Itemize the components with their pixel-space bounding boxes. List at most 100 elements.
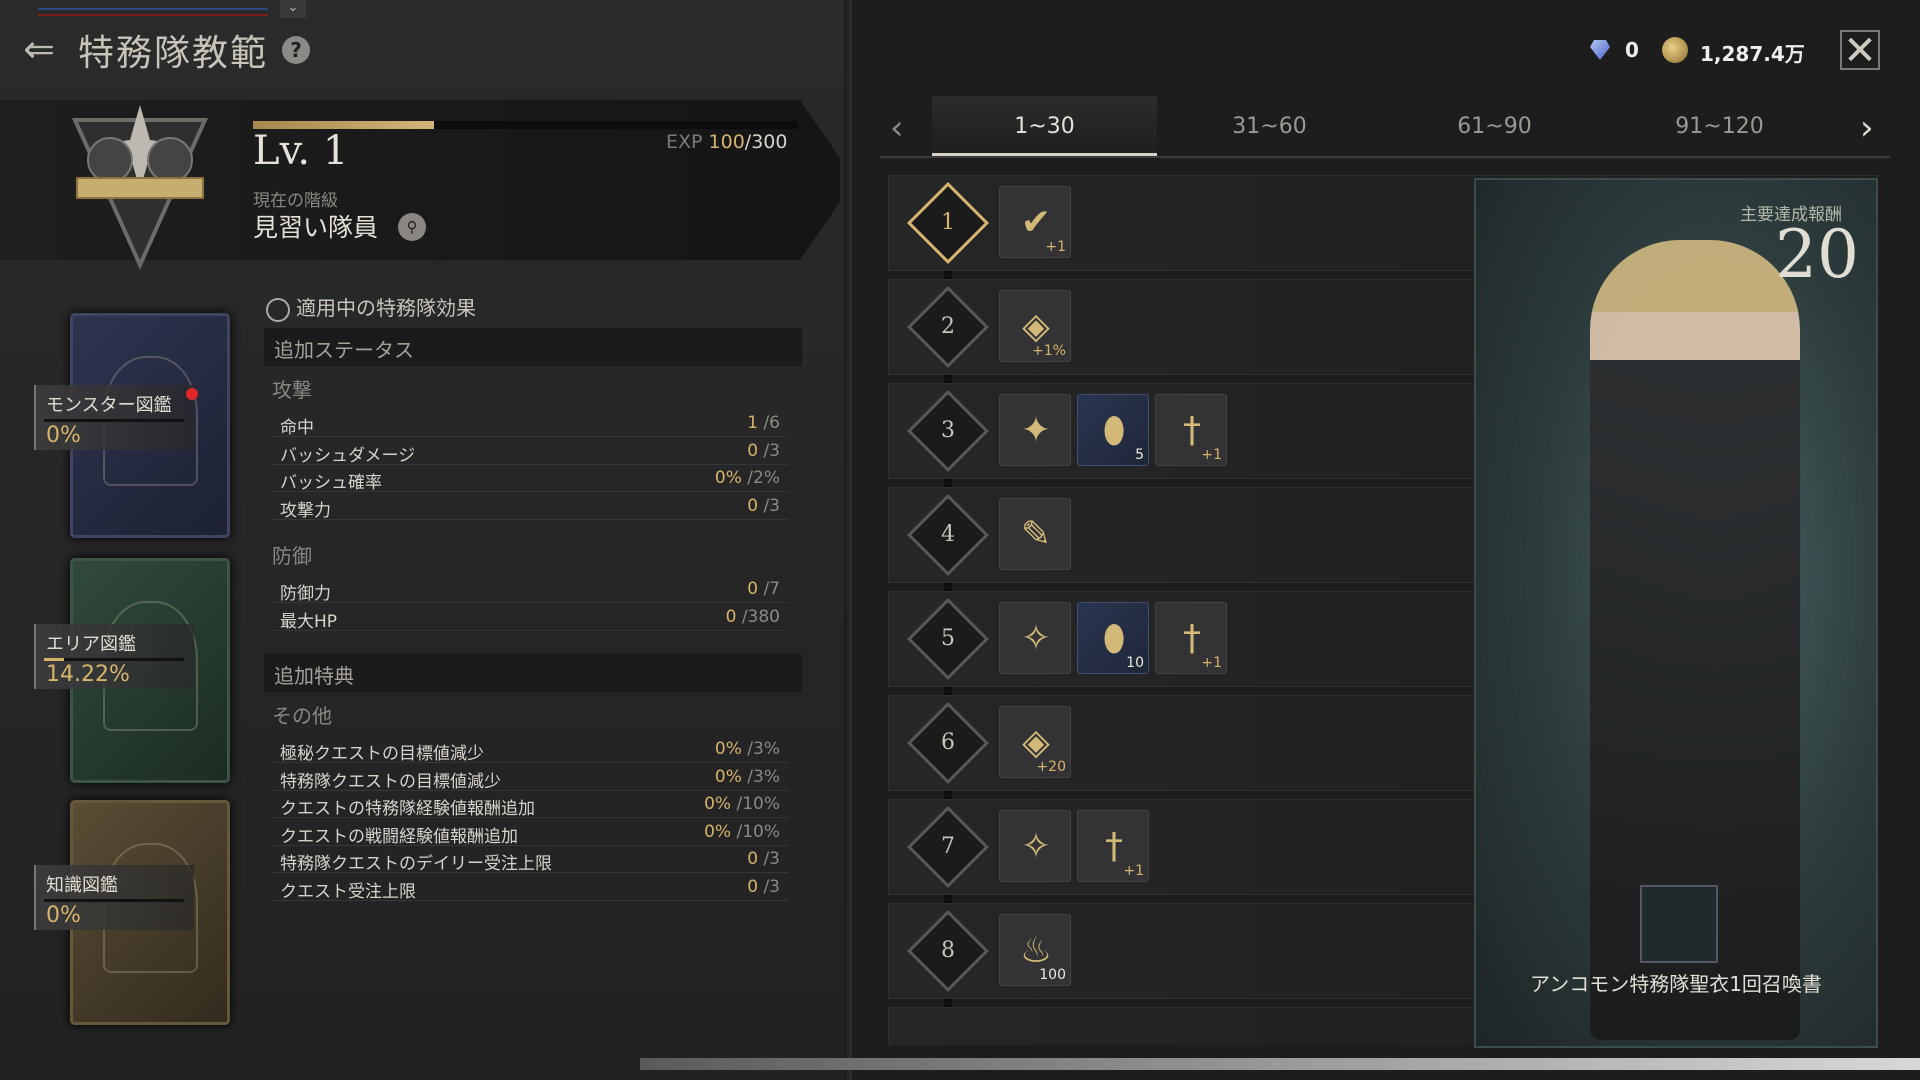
stat-row: 最大HP 0 /380 [272, 604, 788, 632]
tab-4[interactable]: 91~120 [1607, 96, 1832, 156]
stat-row: 命中 1 /6 [272, 410, 788, 438]
section-additional-status: 追加ステータス [264, 328, 802, 366]
stat-current: 0 [747, 579, 759, 599]
stat-row: 特務隊クエストのデイリー受注上限 0 /3 [272, 846, 788, 874]
stat-max: /2% [747, 468, 780, 489]
stat-row: クエストの戦闘経験値報酬追加 0% /10% [272, 819, 788, 847]
item-quantity: 100 [1039, 967, 1066, 983]
sword-icon[interactable]: † +1 [1155, 394, 1227, 466]
book-label[interactable]: 知識図鑑 0% [34, 865, 194, 930]
book-name: エリア図鑑 [46, 634, 136, 655]
stat-current: 0 [747, 849, 759, 870]
triskelion-icon [266, 297, 290, 322]
blue-rune-icon[interactable]: ✧ [999, 602, 1071, 674]
back-arrow-icon[interactable]: ⇐ [14, 26, 64, 76]
book-label[interactable]: モンスター図鑑 0% [34, 385, 194, 450]
stat-max: /10% [736, 794, 780, 815]
gem-count: 0 [1625, 38, 1639, 62]
dropdown-toggle[interactable]: ⌄ [280, 0, 306, 18]
item-quantity: +1 [1045, 239, 1066, 255]
shield-emblem-icon[interactable]: ◈ +20 [999, 706, 1071, 778]
stat-value: 0% /10% [704, 822, 780, 842]
level-number: 5 [941, 626, 955, 651]
level-number: 3 [941, 418, 955, 443]
attack-label: 攻撃 [272, 378, 312, 402]
emblem-icon[interactable]: ◈ +1% [999, 290, 1071, 362]
stat-row: クエスト受注上限 0 /3 [272, 874, 788, 902]
stat-max: /380 [741, 606, 780, 627]
hp-mp-bar [38, 0, 268, 16]
item-quantity: +1 [1201, 655, 1222, 671]
stat-value: 0% /3% [715, 767, 780, 787]
item-glyph: ✦ [1020, 410, 1052, 451]
help-icon[interactable]: ? [282, 36, 310, 64]
red-rune-icon[interactable]: ✦ [999, 394, 1071, 466]
level-number: 8 [941, 938, 955, 963]
stat-current: 1 [747, 413, 759, 433]
stat-value: 0 /3 [747, 849, 780, 869]
gold-gem-icon[interactable]: ⬮ 5 [1077, 394, 1149, 466]
item-quantity: 5 [1135, 447, 1144, 463]
stat-label: バッシュ確率 [280, 473, 382, 494]
stat-label: バッシュダメージ [280, 445, 416, 466]
stat-current: 0% [714, 739, 742, 759]
crest-emblem-icon [71, 105, 209, 270]
book-label[interactable]: エリア図鑑 14.22% [34, 624, 194, 689]
blue-rune-icon[interactable]: ✧ [999, 810, 1071, 882]
stat-row: クエストの特務隊経験値報酬追加 0% /10% [272, 791, 788, 820]
book-progress-bar [44, 899, 184, 902]
level-number: 6 [941, 730, 955, 755]
book-progress-bar [44, 419, 184, 422]
magnifier-icon[interactable]: ⚲ [398, 213, 426, 241]
sword-icon[interactable]: † +1 [1077, 810, 1149, 882]
stat-current: 0 [725, 606, 737, 627]
section-additional-perks: 追加特典 [264, 654, 802, 692]
stat-current: 0% [704, 821, 732, 842]
effects-title-text: 適用中の特務隊効果 [296, 296, 476, 320]
stat-value: 0 /7 [747, 579, 780, 599]
tab-1[interactable]: 1~30 [932, 96, 1157, 156]
rank-name: 見習い隊員 [253, 213, 379, 242]
other-label: その他 [272, 704, 332, 728]
exp-current: 100 [708, 131, 745, 153]
book-progress-bar [44, 658, 184, 661]
stat-max: /3 [763, 849, 780, 870]
item-glyph: ✧ [1020, 618, 1052, 659]
stat-max: /3 [763, 440, 780, 461]
diamond-icon [1590, 40, 1610, 60]
tab-2[interactable]: 31~60 [1157, 96, 1382, 156]
blue-flame-icon[interactable]: ♨ 100 [999, 914, 1071, 986]
book-percent: 0% [46, 423, 81, 448]
stat-label: 命中 [280, 418, 314, 438]
check-icon[interactable]: ✔ +1 [999, 186, 1071, 258]
book-name: 知識図鑑 [46, 875, 118, 896]
stat-current: 0 [747, 495, 759, 516]
reward-level: 20 [1775, 216, 1859, 293]
tab-3[interactable]: 61~90 [1382, 96, 1607, 156]
defense-label: 防御 [272, 544, 312, 568]
tabs-next-arrow-icon[interactable]: › [1860, 108, 1874, 148]
summon-scroll-icon[interactable] [1640, 885, 1718, 963]
stat-row: バッシュダメージ 0 /3 [272, 438, 788, 466]
item-glyph: ✧ [1020, 826, 1052, 867]
horizontal-scrollbar[interactable] [640, 1058, 1920, 1070]
stat-max: /10% [736, 821, 780, 842]
level-range-tabs: 1~30 31~60 61~90 91~120 [880, 96, 1890, 158]
stat-label: クエストの特務隊経験値報酬追加 [280, 799, 535, 820]
stat-row: 特務隊クエストの目標値減少 0% /3% [272, 764, 788, 792]
stat-row: 攻撃力 0 /3 [272, 493, 788, 521]
close-icon[interactable]: ✕ [1840, 30, 1880, 71]
level-number: 1 [941, 210, 955, 235]
sword-icon[interactable]: † +1 [1155, 602, 1227, 674]
scroll-icon[interactable]: ✎ [999, 498, 1071, 570]
gold-gem-icon[interactable]: ⬮ 10 [1077, 602, 1149, 674]
stat-value: 0% /2% [715, 468, 780, 488]
book-percent: 14.22% [46, 662, 130, 687]
new-badge [186, 388, 198, 400]
stat-value: 0 /3 [747, 877, 780, 897]
stat-max: /3% [747, 766, 780, 787]
stat-max: /3% [747, 739, 780, 759]
reward-item-name: アンコモン特務隊聖衣1回召喚書 [1530, 972, 1822, 996]
stat-current: 0% [704, 794, 732, 815]
level-label: Lv. 1 [253, 128, 349, 174]
